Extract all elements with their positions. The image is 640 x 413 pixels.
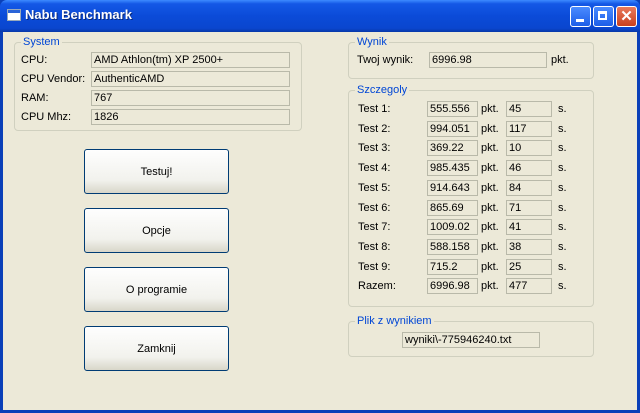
opcje-button[interactable]: Opcje [84,208,229,253]
mhz-field: 1826 [91,109,290,125]
test-time-field: 477 [506,278,552,295]
ram-label: RAM: [21,92,49,104]
test-time-field: 84 [506,179,552,196]
system-group-title: System [21,36,62,48]
test-time-field: 25 [506,258,552,275]
app-window: Nabu Benchmark ✕ System CPU: AMD Athlon(… [0,0,640,413]
seconds-label: s. [558,201,567,214]
system-group: System CPU: AMD Athlon(tm) XP 2500+ CPU … [14,36,302,131]
pkt-label: pkt. [481,162,499,175]
plik-field: wyniki\-775946240.txt [402,332,540,348]
test-score-field: 1009.02 [427,219,478,236]
test-row-label: Test 8: [358,240,391,253]
test-row-label: Test 2: [358,122,391,135]
seconds-label: s. [558,122,567,135]
wynik-group-title: Wynik [355,36,389,48]
seconds-label: s. [558,240,567,253]
test-score-field: 985.435 [427,160,478,177]
test-row-label: Test 7: [358,221,391,234]
seconds-label: s. [558,280,567,293]
test-time-field: 45 [506,101,552,117]
pkt-label: pkt. [481,221,499,234]
seconds-label: s. [558,103,567,115]
cpu-label: CPU: [21,54,48,66]
test-row-label: Test 5: [358,181,391,194]
seconds-label: s. [558,142,567,155]
test-row-label: Test 4: [358,162,391,175]
test-row-label: Test 6: [358,201,391,214]
wynik-unit: pkt. [551,54,569,66]
test-score-field: 369.22 [427,140,478,157]
test-row-label: Test 3: [358,142,391,155]
seconds-label: s. [558,181,567,194]
maximize-button[interactable] [593,6,614,27]
wynik-field: 6996.98 [429,52,547,68]
test-score-field: 994.051 [427,120,478,137]
test-score-field: 715.2 [427,258,478,275]
vendor-field: AuthenticAMD [91,71,290,87]
test-row-label: Test 9: [358,260,391,273]
test-row-label: Test 1: [358,103,391,115]
mhz-label: CPU Mhz: [21,111,72,123]
app-icon [7,9,21,21]
testuj-button[interactable]: Testuj! [84,149,229,194]
szczegoly-group: Szczegoly Test 1: 555.556 pkt. 45 s. Test 2: 9… [348,84,594,307]
wynik-group: Wynik Twoj wynik: 6996.98 pkt. [348,36,594,79]
zamknij-button[interactable]: Zamknij [84,326,229,371]
seconds-label: s. [558,162,567,175]
szczegoly-group-title: Szczegoly [355,84,410,96]
pkt-label: pkt. [481,142,499,155]
vendor-label: CPU Vendor: [21,73,86,85]
pkt-label: pkt. [481,103,499,115]
wynik-label: Twoj wynik: [357,54,414,66]
pkt-label: pkt. [481,280,499,293]
test-time-field: 10 [506,140,552,157]
o-programie-button[interactable]: O programie [84,267,229,312]
seconds-label: s. [558,260,567,273]
plik-group: Plik z wynikiem wyniki\-775946240.txt [348,315,594,357]
test-time-field: 117 [506,120,552,137]
cpu-field: AMD Athlon(tm) XP 2500+ [91,52,290,68]
test-time-field: 71 [506,199,552,216]
test-score-field: 914.643 [427,179,478,196]
title-bar[interactable]: Nabu Benchmark ✕ [0,0,640,32]
plik-group-title: Plik z wynikiem [355,315,434,327]
test-time-field: 46 [506,160,552,177]
test-score-field: 588.158 [427,238,478,255]
minimize-button[interactable] [570,6,591,27]
pkt-label: pkt. [481,201,499,214]
test-score-field: 6996.98 [427,278,478,295]
pkt-label: pkt. [481,240,499,253]
client-area: System CPU: AMD Athlon(tm) XP 2500+ CPU … [3,32,637,410]
test-row-label: Razem: [358,280,396,293]
close-button[interactable]: ✕ [616,6,637,27]
test-score-field: 865.69 [427,199,478,216]
ram-field: 767 [91,90,290,106]
close-icon: ✕ [620,8,633,25]
test-time-field: 38 [506,238,552,255]
seconds-label: s. [558,221,567,234]
test-score-field: 555.556 [427,101,478,117]
pkt-label: pkt. [481,260,499,273]
test-time-field: 41 [506,219,552,236]
pkt-label: pkt. [481,122,499,135]
window-title: Nabu Benchmark [25,7,132,22]
pkt-label: pkt. [481,181,499,194]
